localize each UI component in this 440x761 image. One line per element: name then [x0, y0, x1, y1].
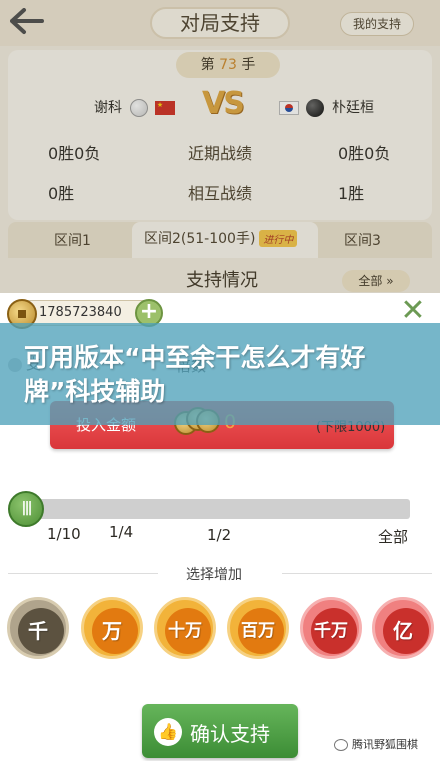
tick-one-half[interactable]: 1/2	[207, 526, 231, 544]
amount-slider-track[interactable]	[14, 499, 410, 519]
watermark: 腾讯野狐围棋	[334, 736, 418, 752]
tick-all[interactable]: 全部	[378, 526, 408, 547]
tick-one-quarter[interactable]: 1/4	[109, 523, 133, 541]
chip-million[interactable]: 百万	[227, 597, 289, 659]
choose-increase-label: 选择增加	[186, 567, 242, 583]
coin-balance-value: 1785723840	[39, 305, 122, 320]
ad-banner-text: 可用版本“中至余干怎么才有好牌”科技辅助	[24, 343, 366, 406]
chip-hundred-thousand[interactable]: 十万	[154, 597, 216, 659]
chip-label: 十万	[168, 621, 202, 641]
divider-left	[8, 573, 158, 574]
ad-banner: 可用版本“中至余干怎么才有好牌”科技辅助	[0, 323, 440, 425]
chip-label: 千万	[314, 621, 348, 641]
thumbs-up-icon: 👍	[154, 718, 182, 746]
divider-right	[282, 573, 432, 574]
support-popup: 1785723840 + ✕ 支 倍数 可用版本“中至余干怎么才有好牌”科技辅助…	[0, 293, 440, 761]
dim-overlay	[0, 0, 440, 293]
chip-hundred-million[interactable]: 亿	[372, 597, 434, 659]
confirm-support-label: 确认支持	[190, 722, 270, 746]
wechat-icon	[334, 739, 348, 751]
chip-label: 百万	[241, 621, 275, 641]
watermark-text: 腾讯野狐围棋	[352, 738, 418, 751]
confirm-support-button[interactable]: 👍 确认支持	[142, 704, 298, 758]
chip-thousand[interactable]: 千	[7, 597, 69, 659]
chip-ten-thousand[interactable]: 万	[81, 597, 143, 659]
slider-handle[interactable]: |||	[8, 491, 44, 527]
chip-label: 亿	[393, 619, 413, 643]
chip-label: 千	[28, 619, 48, 643]
tick-one-tenth[interactable]: 1/10	[47, 525, 81, 543]
chip-ten-million[interactable]: 千万	[300, 597, 362, 659]
chip-label: 万	[102, 619, 122, 643]
